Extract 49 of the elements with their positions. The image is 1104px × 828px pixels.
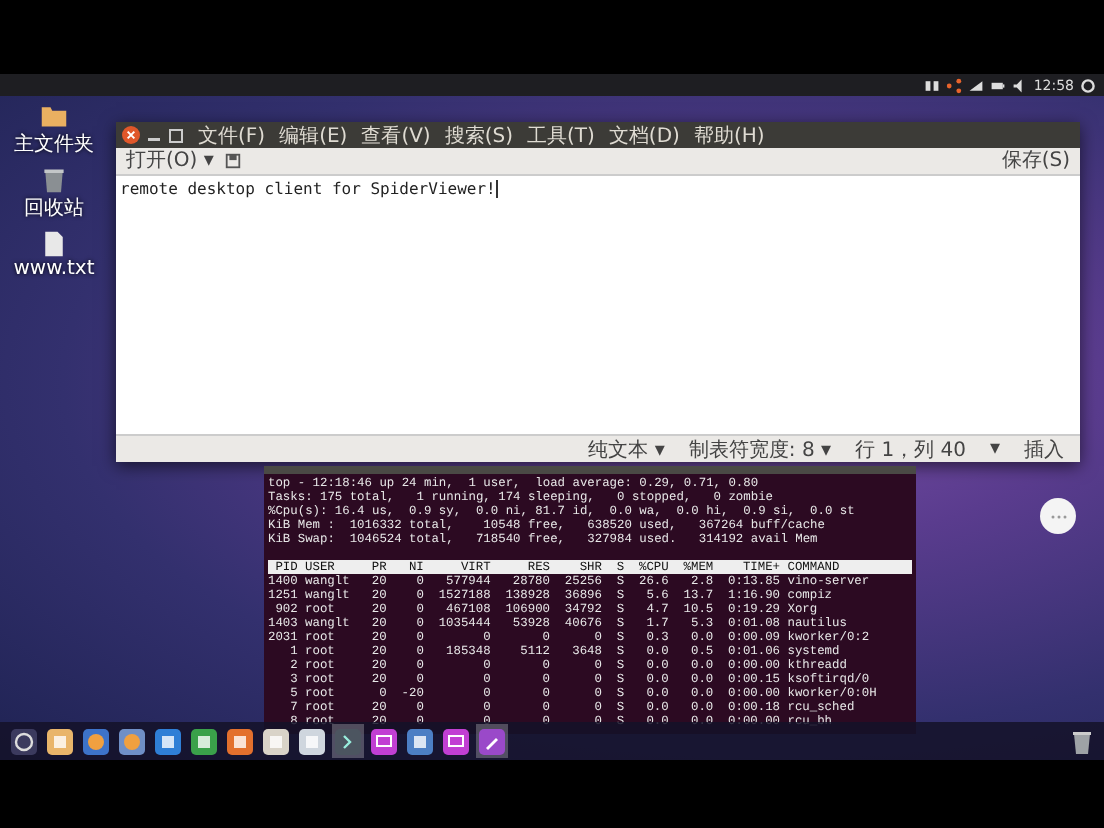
bars-icon[interactable] (923, 77, 940, 93)
settings-icon[interactable] (1080, 77, 1096, 93)
network-icon[interactable] (967, 77, 984, 93)
chevron-icon (334, 727, 362, 755)
dock-item[interactable] (368, 724, 400, 758)
dock-item[interactable] (476, 724, 508, 758)
share-icon[interactable] (945, 77, 962, 93)
pencil-icon (478, 727, 506, 755)
monitor-icon (370, 727, 398, 755)
monitor-icon (442, 727, 470, 755)
dock-item[interactable] (152, 724, 184, 758)
trash-icon[interactable] (1068, 727, 1096, 755)
menu-item[interactable]: 搜索(S) (444, 121, 513, 149)
save-button[interactable]: 保存(S) (997, 149, 1074, 173)
menu-item[interactable]: 帮助(H) (693, 121, 765, 149)
menu-item[interactable]: 文档(D) (608, 121, 680, 149)
desktop-icon-label[interactable]: 回收站 (24, 194, 84, 222)
close-icon (126, 130, 136, 140)
dock-item[interactable] (404, 724, 436, 758)
desktop-icon-label[interactable]: 主文件夹 (14, 130, 94, 158)
circle-icon (10, 727, 38, 755)
status-item[interactable]: 行 1，列 40 (855, 435, 966, 463)
close-button[interactable] (122, 126, 140, 144)
maximize-icon[interactable] (168, 127, 184, 143)
speaker-icon[interactable] (1011, 77, 1028, 93)
menu-item[interactable]: 编辑(E) (279, 121, 348, 149)
menu-item[interactable]: 查看(V) (361, 121, 431, 149)
status-item[interactable]: 插入 (1024, 435, 1064, 463)
dock-item[interactable] (8, 724, 40, 758)
desktop-icon-label[interactable]: www.txt (13, 258, 95, 280)
trash-icon[interactable] (40, 166, 68, 194)
text-area[interactable]: remote desktop client for SpiderViewer! (116, 176, 1080, 434)
battery-icon[interactable] (989, 77, 1006, 93)
menu-item[interactable]: 工具(T) (527, 121, 595, 149)
dock-item[interactable] (188, 724, 220, 758)
more-button[interactable] (1040, 498, 1076, 534)
status-item[interactable]: 制表符宽度: 8 ▾ (688, 435, 832, 463)
dock-item[interactable] (44, 724, 76, 758)
open-button[interactable]: 打开(O) ▾ (122, 149, 218, 173)
document-text: remote desktop client for SpiderViewer! (120, 180, 496, 198)
dock-item[interactable] (224, 724, 256, 758)
menu-item[interactable]: 文件(F) (198, 121, 266, 149)
dock-item[interactable] (440, 724, 472, 758)
dock-item[interactable] (116, 724, 148, 758)
status-item[interactable]: 纯文本 ▾ (588, 435, 665, 463)
dock-item[interactable] (260, 724, 292, 758)
dock-item[interactable] (80, 724, 112, 758)
status-item[interactable]: ▾ (989, 438, 1000, 460)
dock-item[interactable] (296, 724, 328, 758)
